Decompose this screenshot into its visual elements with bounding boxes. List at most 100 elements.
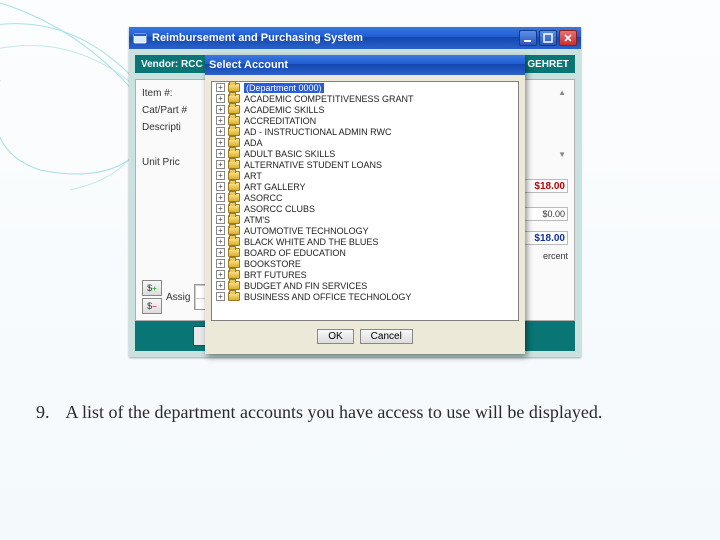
slide-caption: 9. A list of the department accounts you… bbox=[36, 400, 684, 424]
account-tree-item[interactable]: + AD - INSTRUCTIONAL ADMIN RWC bbox=[212, 126, 518, 137]
maximize-button[interactable] bbox=[539, 30, 557, 46]
account-tree-item[interactable]: + ALTERNATIVE STUDENT LOANS bbox=[212, 159, 518, 170]
account-tree-item[interactable]: + ACADEMIC SKILLS bbox=[212, 104, 518, 115]
folder-icon bbox=[228, 292, 240, 301]
expand-icon[interactable]: + bbox=[216, 281, 225, 290]
expand-icon[interactable]: + bbox=[216, 149, 225, 158]
account-tree-item[interactable]: + BLACK WHITE AND THE BLUES bbox=[212, 236, 518, 247]
folder-icon bbox=[228, 237, 240, 246]
account-tree-item[interactable]: + ADULT BASIC SKILLS bbox=[212, 148, 518, 159]
cat-part-label: Cat/Part # bbox=[142, 105, 202, 116]
folder-icon bbox=[228, 248, 240, 257]
account-label: ACADEMIC SKILLS bbox=[244, 105, 325, 115]
account-label: BLACK WHITE AND THE BLUES bbox=[244, 237, 378, 247]
folder-icon bbox=[228, 259, 240, 268]
app-titlebar[interactable]: Reimbursement and Purchasing System bbox=[129, 27, 581, 49]
account-label: BUDGET AND FIN SERVICES bbox=[244, 281, 367, 291]
account-label: ACCREDITATION bbox=[244, 116, 316, 126]
expand-icon[interactable]: + bbox=[216, 94, 225, 103]
account-label: ART GALLERY bbox=[244, 182, 306, 192]
account-tree-item[interactable]: + ASORCC CLUBS bbox=[212, 203, 518, 214]
cancel-button[interactable]: Cancel bbox=[360, 329, 413, 344]
folder-icon bbox=[228, 182, 240, 191]
account-tree-item[interactable]: + ATM'S bbox=[212, 214, 518, 225]
account-label: BRT FUTURES bbox=[244, 270, 307, 280]
account-label: BOOKSTORE bbox=[244, 259, 301, 269]
unit-price-label: Unit Pric bbox=[142, 157, 202, 168]
expand-icon[interactable]: + bbox=[216, 270, 225, 279]
account-label: ALTERNATIVE STUDENT LOANS bbox=[244, 160, 382, 170]
app-icon bbox=[133, 31, 147, 45]
expand-icon[interactable]: + bbox=[216, 171, 225, 180]
description-label: Descripti bbox=[142, 122, 202, 133]
modal-title: Select Account bbox=[209, 59, 288, 71]
account-tree-item[interactable]: + BRT FUTURES bbox=[212, 269, 518, 280]
app-title: Reimbursement and Purchasing System bbox=[152, 32, 363, 44]
folder-icon bbox=[228, 226, 240, 235]
assign-remove-button[interactable]: $− bbox=[142, 298, 162, 314]
expand-icon[interactable]: + bbox=[216, 215, 225, 224]
account-label: (Department 0000) bbox=[244, 83, 324, 93]
folder-icon bbox=[228, 160, 240, 169]
folder-icon bbox=[228, 149, 240, 158]
modal-titlebar[interactable]: Select Account bbox=[205, 55, 525, 75]
folder-icon bbox=[228, 116, 240, 125]
expand-icon[interactable]: + bbox=[216, 226, 225, 235]
account-tree-item[interactable]: + ACCREDITATION bbox=[212, 115, 518, 126]
account-label: ATM'S bbox=[244, 215, 270, 225]
account-tree-item[interactable]: + BUSINESS AND OFFICE TECHNOLOGY bbox=[212, 291, 518, 302]
account-label: ADULT BASIC SKILLS bbox=[244, 149, 335, 159]
expand-icon[interactable]: + bbox=[216, 83, 225, 92]
account-tree-item[interactable]: +BOARD OF EDUCATION bbox=[212, 247, 518, 258]
folder-icon bbox=[228, 270, 240, 279]
expand-icon[interactable]: + bbox=[216, 127, 225, 136]
folder-icon bbox=[228, 105, 240, 114]
expand-icon[interactable]: + bbox=[216, 237, 225, 246]
account-label: ADA bbox=[244, 138, 263, 148]
expand-icon[interactable]: + bbox=[216, 292, 225, 301]
expand-icon[interactable]: + bbox=[216, 182, 225, 191]
account-tree-item[interactable]: + BOOKSTORE bbox=[212, 258, 518, 269]
account-tree-item[interactable]: + (Department 0000) bbox=[212, 82, 518, 93]
expand-icon[interactable]: + bbox=[216, 259, 225, 268]
expand-icon[interactable]: + bbox=[216, 116, 225, 125]
account-label: ACADEMIC COMPETITIVENESS GRANT bbox=[244, 94, 414, 104]
folder-icon bbox=[228, 215, 240, 224]
folder-icon bbox=[228, 171, 240, 180]
folder-icon bbox=[228, 83, 240, 92]
account-label: ASORCC bbox=[244, 193, 283, 203]
vendor-label: Vendor: RCC bbox=[141, 59, 203, 70]
folder-icon bbox=[228, 138, 240, 147]
item-number-label: Item #: bbox=[142, 88, 197, 99]
expand-icon[interactable]: + bbox=[216, 138, 225, 147]
account-tree-item[interactable]: + AUTOMOTIVE TECHNOLOGY bbox=[212, 225, 518, 236]
account-label: AD - INSTRUCTIONAL ADMIN RWC bbox=[244, 127, 392, 137]
caption-number: 9. bbox=[36, 400, 62, 424]
expand-icon[interactable]: + bbox=[216, 248, 225, 257]
account-label: ART bbox=[244, 171, 262, 181]
account-label: AUTOMOTIVE TECHNOLOGY bbox=[244, 226, 369, 236]
folder-icon bbox=[228, 281, 240, 290]
folder-icon bbox=[228, 94, 240, 103]
expand-icon[interactable]: + bbox=[216, 204, 225, 213]
expand-icon[interactable]: + bbox=[216, 105, 225, 114]
account-tree-item[interactable]: + BUDGET AND FIN SERVICES bbox=[212, 280, 518, 291]
folder-icon bbox=[228, 193, 240, 202]
assign-add-button[interactable]: $+ bbox=[142, 280, 162, 296]
ok-button[interactable]: OK bbox=[317, 329, 353, 344]
folder-icon bbox=[228, 204, 240, 213]
account-label: ASORCC CLUBS bbox=[244, 204, 315, 214]
expand-icon[interactable]: + bbox=[216, 193, 225, 202]
account-tree-item[interactable]: + ASORCC bbox=[212, 192, 518, 203]
caption-text: A list of the department accounts you ha… bbox=[66, 402, 603, 422]
account-tree-item[interactable]: + ART bbox=[212, 170, 518, 181]
account-label: BUSINESS AND OFFICE TECHNOLOGY bbox=[244, 292, 411, 302]
account-tree-item[interactable]: + ART GALLERY bbox=[212, 181, 518, 192]
account-tree-item[interactable]: + ACADEMIC COMPETITIVENESS GRANT bbox=[212, 93, 518, 104]
account-tree-item[interactable]: + ADA bbox=[212, 137, 518, 148]
account-tree[interactable]: + (Department 0000) + ACADEMIC COMPETITIVEN… bbox=[211, 81, 519, 321]
select-account-dialog: Select Account + (Department 0000) + ACADEM… bbox=[205, 55, 525, 354]
close-button[interactable] bbox=[559, 30, 577, 46]
minimize-button[interactable] bbox=[519, 30, 537, 46]
expand-icon[interactable]: + bbox=[216, 160, 225, 169]
